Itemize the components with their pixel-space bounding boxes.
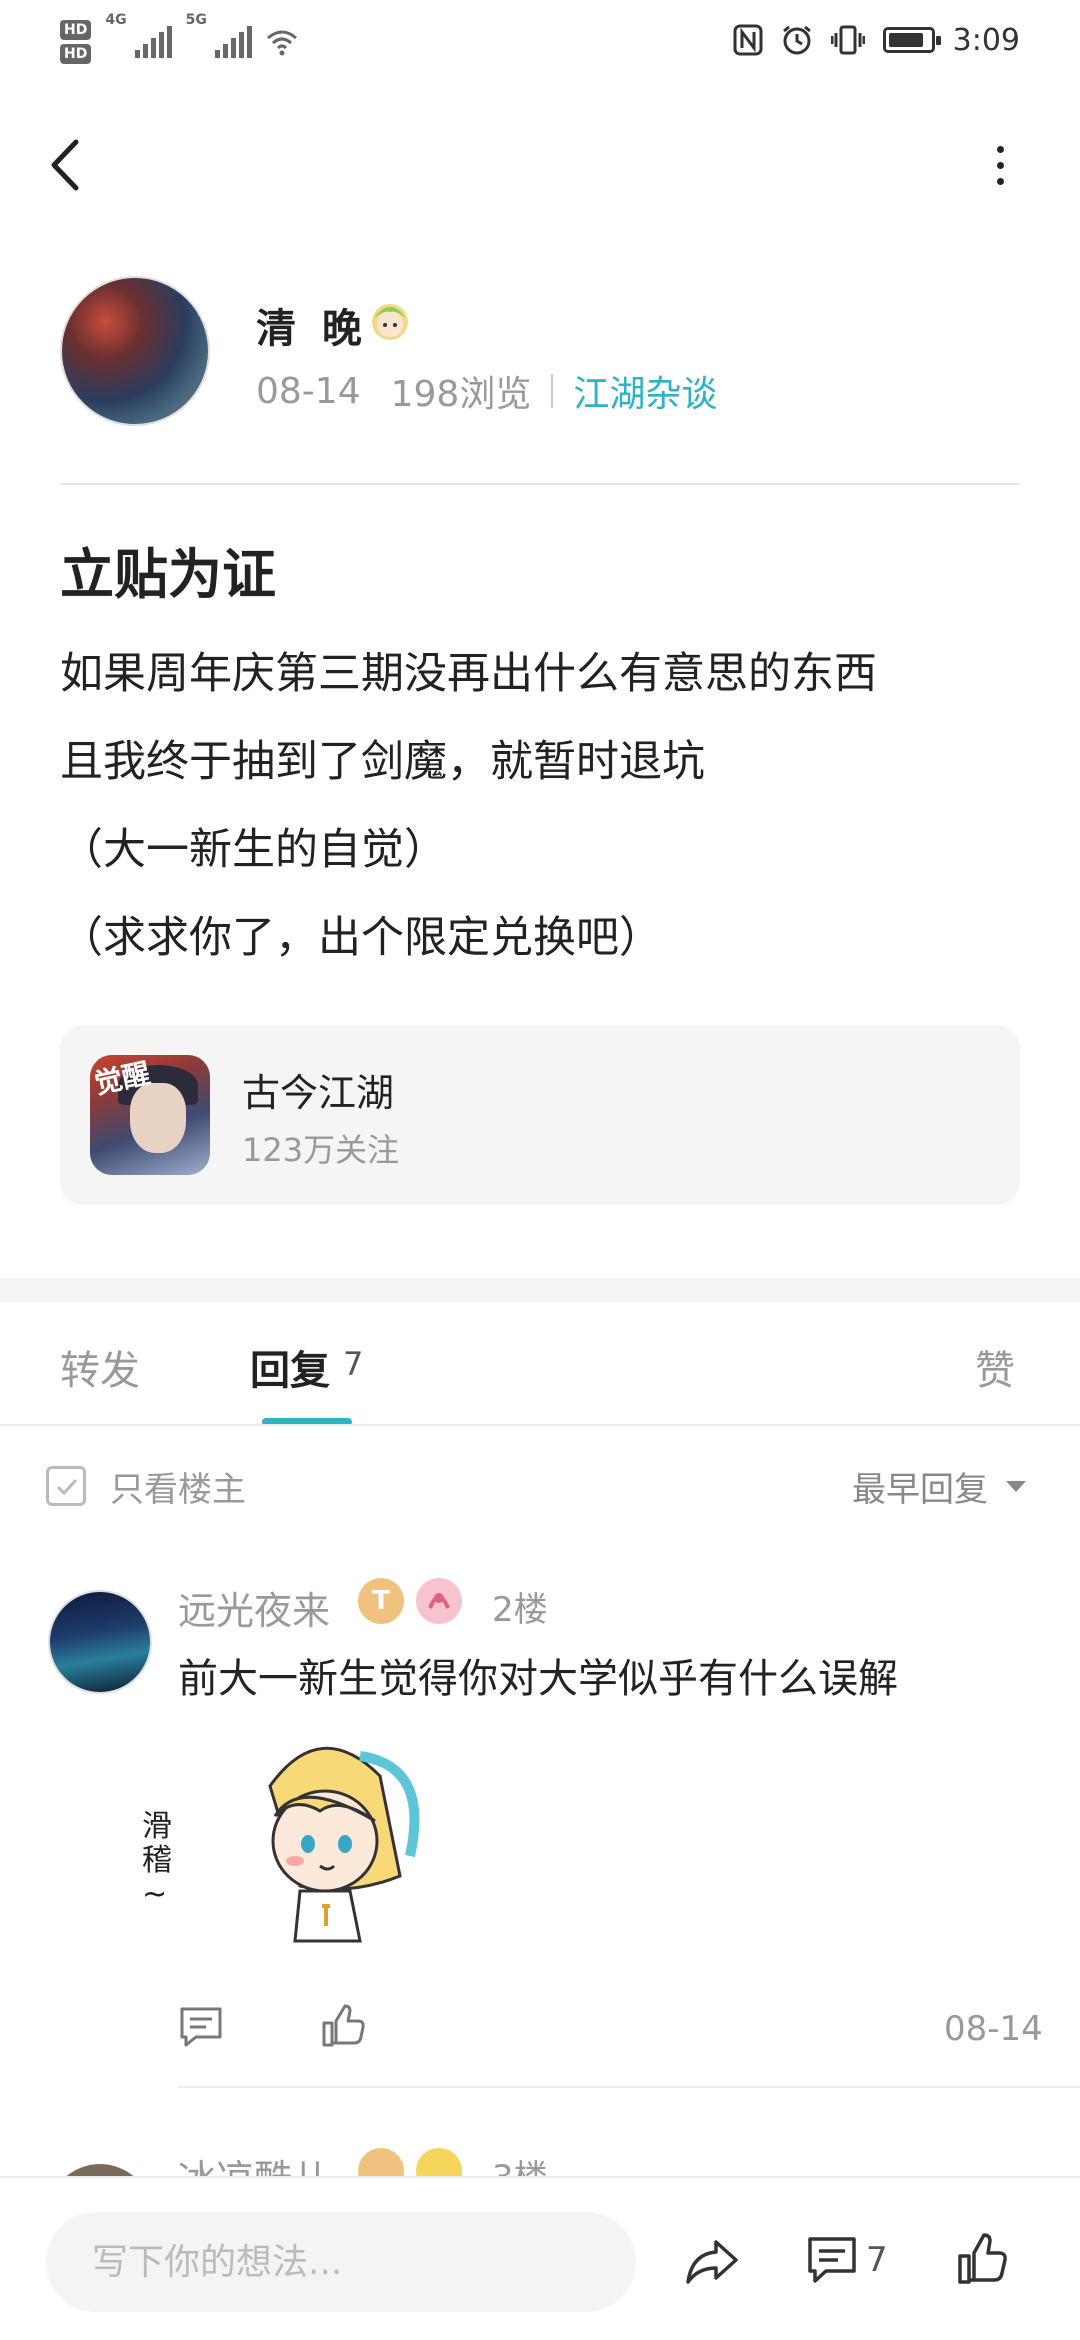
vibrate-icon	[830, 25, 865, 55]
post-line: 如果周年庆第三期没再出什么有意思的东西	[60, 649, 877, 699]
only-op-checkbox[interactable]	[46, 1466, 86, 1506]
author-badge-icon	[366, 296, 414, 346]
back-button[interactable]	[40, 130, 90, 200]
post-body: 如果周年庆第三期没再出什么有意思的东西 且我终于抽到了剑魔，就暂时退坑 （大一新…	[60, 640, 1020, 992]
hd2-badge: HD	[60, 44, 92, 64]
battery-icon	[882, 27, 941, 53]
game-icon: 觉醒	[90, 1055, 210, 1175]
net2-label: 5G	[185, 12, 207, 28]
share-icon	[686, 2240, 738, 2284]
post-line: （求求你了，出个限定兑换吧）	[60, 913, 662, 963]
post-date: 08-14	[256, 370, 361, 412]
battery-fill	[888, 33, 923, 47]
reply-avatar[interactable]	[48, 1590, 152, 1694]
comment-input[interactable]	[46, 2212, 636, 2312]
post-line: 且我终于抽到了剑魔，就暂时退坑	[60, 737, 705, 787]
reply-peek: 冰凉酷儿 3楼	[0, 2130, 1080, 2176]
post-meta: 08-14 198浏览 江湖杂谈	[256, 365, 717, 417]
status-right: 3:09	[733, 14, 1020, 66]
reply-avatar[interactable]	[48, 2164, 152, 2176]
divider	[60, 483, 1020, 485]
divider	[178, 2086, 1080, 2088]
meta-separator	[551, 374, 554, 408]
signal2-icon	[214, 26, 252, 58]
tab-forward[interactable]: 转发	[60, 1338, 140, 1396]
game-name: 古今江湖	[242, 1071, 395, 1115]
section-gap	[0, 1278, 1080, 1302]
thumbs-up-icon	[958, 2233, 1007, 2284]
status-left: HD HD 4G 5G	[60, 12, 298, 72]
wifi-icon	[266, 30, 297, 56]
comments-count: 7	[866, 2240, 888, 2280]
level-badge-icon: T	[358, 1578, 404, 1624]
comments-button[interactable]: 7	[806, 2232, 916, 2288]
signal-icon	[134, 26, 172, 58]
sticker-image: 滑稽~	[142, 1726, 450, 1956]
tab-reply-count: 7	[343, 1345, 364, 1383]
reply-floor: 2楼	[492, 1590, 548, 1630]
nfc-icon	[733, 24, 763, 56]
status-time: 3:09	[952, 22, 1020, 58]
alarm-icon	[782, 25, 811, 55]
more-dot	[996, 177, 1004, 185]
net1-label: 4G	[105, 12, 127, 28]
more-dot	[996, 161, 1004, 169]
level-badge-icon	[358, 2148, 404, 2176]
more-options-button[interactable]	[980, 130, 1020, 200]
reply-author-name[interactable]: 远光夜来	[178, 1580, 330, 1635]
game-followers: 123万关注	[242, 1131, 400, 1169]
hd1-badge: HD	[60, 20, 92, 40]
post-views: 198浏览	[390, 374, 532, 415]
sort-label: 最早回复	[852, 1470, 988, 1510]
chevron-left-icon	[51, 139, 79, 191]
reply-author-name[interactable]: 冰凉酷儿	[178, 2148, 330, 2176]
fan-badge-icon	[416, 1578, 462, 1624]
check-icon	[56, 1478, 78, 1496]
hd-indicators: HD HD	[60, 20, 92, 64]
more-dot	[996, 145, 1004, 153]
tab-like[interactable]: 赞	[975, 1338, 1015, 1396]
reply-floor: 3楼	[492, 2150, 548, 2176]
sort-dropdown[interactable]: 最早回复	[852, 1462, 1026, 1511]
sticker-text: 滑稽~	[142, 1809, 172, 1912]
share-button[interactable]	[684, 2236, 740, 2286]
comment-icon	[808, 2237, 856, 2283]
fan-badge-icon	[416, 2148, 462, 2176]
post-title: 立贴为证	[60, 543, 276, 606]
author-avatar[interactable]	[60, 276, 210, 426]
reply-like-button[interactable]	[320, 2003, 366, 2049]
tab-reply[interactable]: 回复	[250, 1338, 330, 1396]
reply-comment-button[interactable]	[178, 2005, 224, 2049]
caret-down-icon	[1006, 1481, 1026, 1492]
reply-text: 前大一新生觉得你对大学似乎有什么误解	[178, 1656, 898, 1702]
only-op-label[interactable]: 只看楼主	[110, 1462, 246, 1511]
category-link[interactable]: 江湖杂谈	[573, 365, 717, 417]
divider	[0, 1424, 1080, 1426]
status-bar: HD HD 4G 5G 3:09	[0, 0, 1080, 80]
like-button[interactable]	[956, 2232, 1008, 2286]
post-line: （大一新生的自觉）	[60, 825, 447, 875]
author-name[interactable]: 清 晚	[256, 296, 368, 354]
reply-date: 08-14	[944, 2009, 1043, 2049]
thumbs-up-icon	[322, 2004, 365, 2047]
comment-icon	[180, 2007, 222, 2047]
